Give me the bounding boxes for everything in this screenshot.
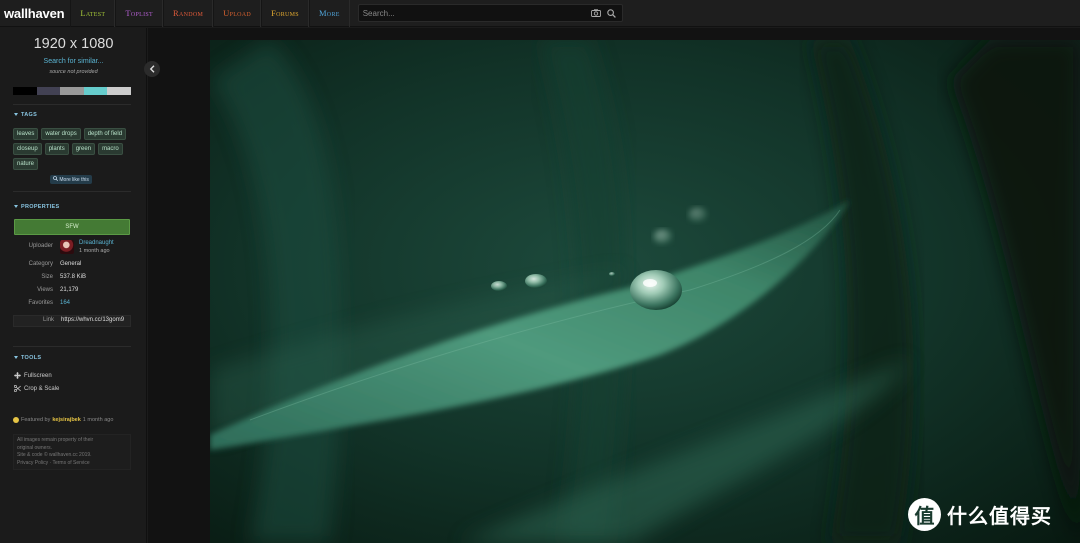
uploader-row: Uploader Dreadnaught 1 month ago <box>13 240 133 254</box>
caret-down-icon <box>14 205 18 209</box>
tag-green[interactable]: green <box>71 143 96 155</box>
top-navigation-bar: wallhaven Latest Toplist Random Upload F… <box>0 0 1080 27</box>
fullscreen-tool[interactable]: Fullscreen <box>14 372 52 379</box>
purity-sfw-badge: SFW <box>14 219 130 235</box>
tags-title-label: TAGS <box>21 112 38 118</box>
tag-nature[interactable]: nature <box>13 158 39 170</box>
crop-scale-label: Crop & Scale <box>24 385 60 392</box>
chevron-left-icon <box>149 65 154 73</box>
source-text: source not provided <box>49 69 98 75</box>
crop-scale-tool[interactable]: Crop & Scale <box>14 385 59 392</box>
size-label: Size <box>41 274 53 280</box>
nav-latest[interactable]: Latest <box>70 0 116 27</box>
favorites-label: Favorites <box>28 300 53 306</box>
fullscreen-icon <box>14 372 21 379</box>
category-value: General <box>60 261 82 267</box>
uploader-label: Uploader <box>28 243 53 249</box>
caret-down-icon <box>14 356 18 360</box>
footer-links[interactable]: Privacy Policy · Terms of Service <box>17 460 127 468</box>
footer-line: All images remain property of their <box>17 437 94 443</box>
tag-water-drops[interactable]: water drops <box>41 128 81 140</box>
watermark-text: 什么值得买 <box>947 504 1052 528</box>
uploader-name[interactable]: Dreadnaught <box>79 240 114 246</box>
upload-time: 1 month ago <box>79 248 110 254</box>
featured-info: Featured by kejsirajbek 1 month ago <box>13 417 113 423</box>
watermark-logo: 值 <box>908 498 941 531</box>
tools-title-label: TOOLS <box>21 355 42 361</box>
footer-line: Site & code © wallhaven.cc 2019. <box>17 452 92 458</box>
search-similar-link[interactable]: Search for similar... <box>0 58 147 65</box>
palette-swatch[interactable] <box>36 87 61 95</box>
divider <box>13 346 131 347</box>
featured-prefix: Featured by <box>21 417 51 423</box>
caret-down-icon <box>14 113 18 117</box>
divider <box>13 104 131 105</box>
search-icon[interactable] <box>606 7 618 19</box>
views-label: Views <box>37 287 53 293</box>
link-label: Link <box>42 317 54 323</box>
wallpaper-image[interactable] <box>210 40 1080 543</box>
tags-section-title[interactable]: TAGS <box>14 112 37 118</box>
short-link-row: Link https://whvn.cc/13gom9 <box>13 315 131 327</box>
nav-toplist[interactable]: Toplist <box>115 0 163 27</box>
favorites-value[interactable]: 164 <box>60 300 70 306</box>
nav-more[interactable]: More <box>308 0 350 27</box>
watermark: 值 什么值得买 <box>908 498 1052 531</box>
palette-swatch[interactable] <box>107 87 131 95</box>
palette-swatch[interactable] <box>13 87 37 95</box>
search-input[interactable]: Search... <box>363 9 586 18</box>
views-value: 21,179 <box>60 287 79 293</box>
leaf-water-drop-photo <box>210 40 1080 543</box>
featured-by-user[interactable]: kejsirajbek <box>52 417 80 423</box>
tag-plants[interactable]: plants <box>44 143 69 155</box>
sidebar: 1920 x 1080 Search for similar... source… <box>0 28 147 543</box>
properties-title-label: PROPERTIES <box>21 204 60 210</box>
avatar[interactable] <box>60 240 74 254</box>
palette-swatch[interactable] <box>60 87 84 95</box>
favorites-row: Favorites 164 <box>13 300 133 310</box>
tools-section-title[interactable]: TOOLS <box>14 355 41 361</box>
more-like-this-label: More like this <box>59 177 89 183</box>
tag-list: leaves water drops depth of field closeu… <box>13 128 133 170</box>
scissors-icon <box>14 385 21 392</box>
tag-macro[interactable]: macro <box>98 143 123 155</box>
divider <box>13 191 131 192</box>
resolution-title: 1920 x 1080 <box>33 36 114 52</box>
category-label: Category <box>28 261 53 267</box>
collapse-sidebar-button[interactable] <box>144 61 160 77</box>
tag-leaves[interactable]: leaves <box>13 128 39 140</box>
properties-section-title[interactable]: PROPERTIES <box>14 204 59 210</box>
category-row: Category General <box>13 261 133 271</box>
nav-upload[interactable]: Upload <box>213 0 262 27</box>
size-value: 537.8 KiB <box>60 274 87 280</box>
nav-random[interactable]: Random <box>162 0 214 27</box>
footer-notice: All images remain property of their orig… <box>13 434 131 470</box>
featured-time: 1 month ago <box>82 417 114 423</box>
more-like-this-button[interactable]: More like this <box>50 175 92 184</box>
size-row: Size 537.8 KiB <box>13 274 133 284</box>
site-logo[interactable]: wallhaven <box>0 6 70 21</box>
palette-swatch[interactable] <box>83 87 108 95</box>
search-box: Search... <box>357 4 623 22</box>
search-icon <box>53 176 58 181</box>
trophy-icon <box>13 417 19 423</box>
views-row: Views 21,179 <box>13 287 133 297</box>
main-nav: Latest Toplist Random Upload Forums More <box>70 0 350 27</box>
short-link-input[interactable]: https://whvn.cc/13gom9 <box>61 317 124 323</box>
nav-forums[interactable]: Forums <box>261 0 309 27</box>
fullscreen-label: Fullscreen <box>24 372 52 379</box>
color-palette <box>13 87 131 95</box>
tag-closeup[interactable]: closeup <box>13 143 42 155</box>
camera-icon[interactable] <box>590 7 602 19</box>
tag-depth-of-field[interactable]: depth of field <box>83 128 127 140</box>
footer-line: original owners. <box>17 444 53 451</box>
